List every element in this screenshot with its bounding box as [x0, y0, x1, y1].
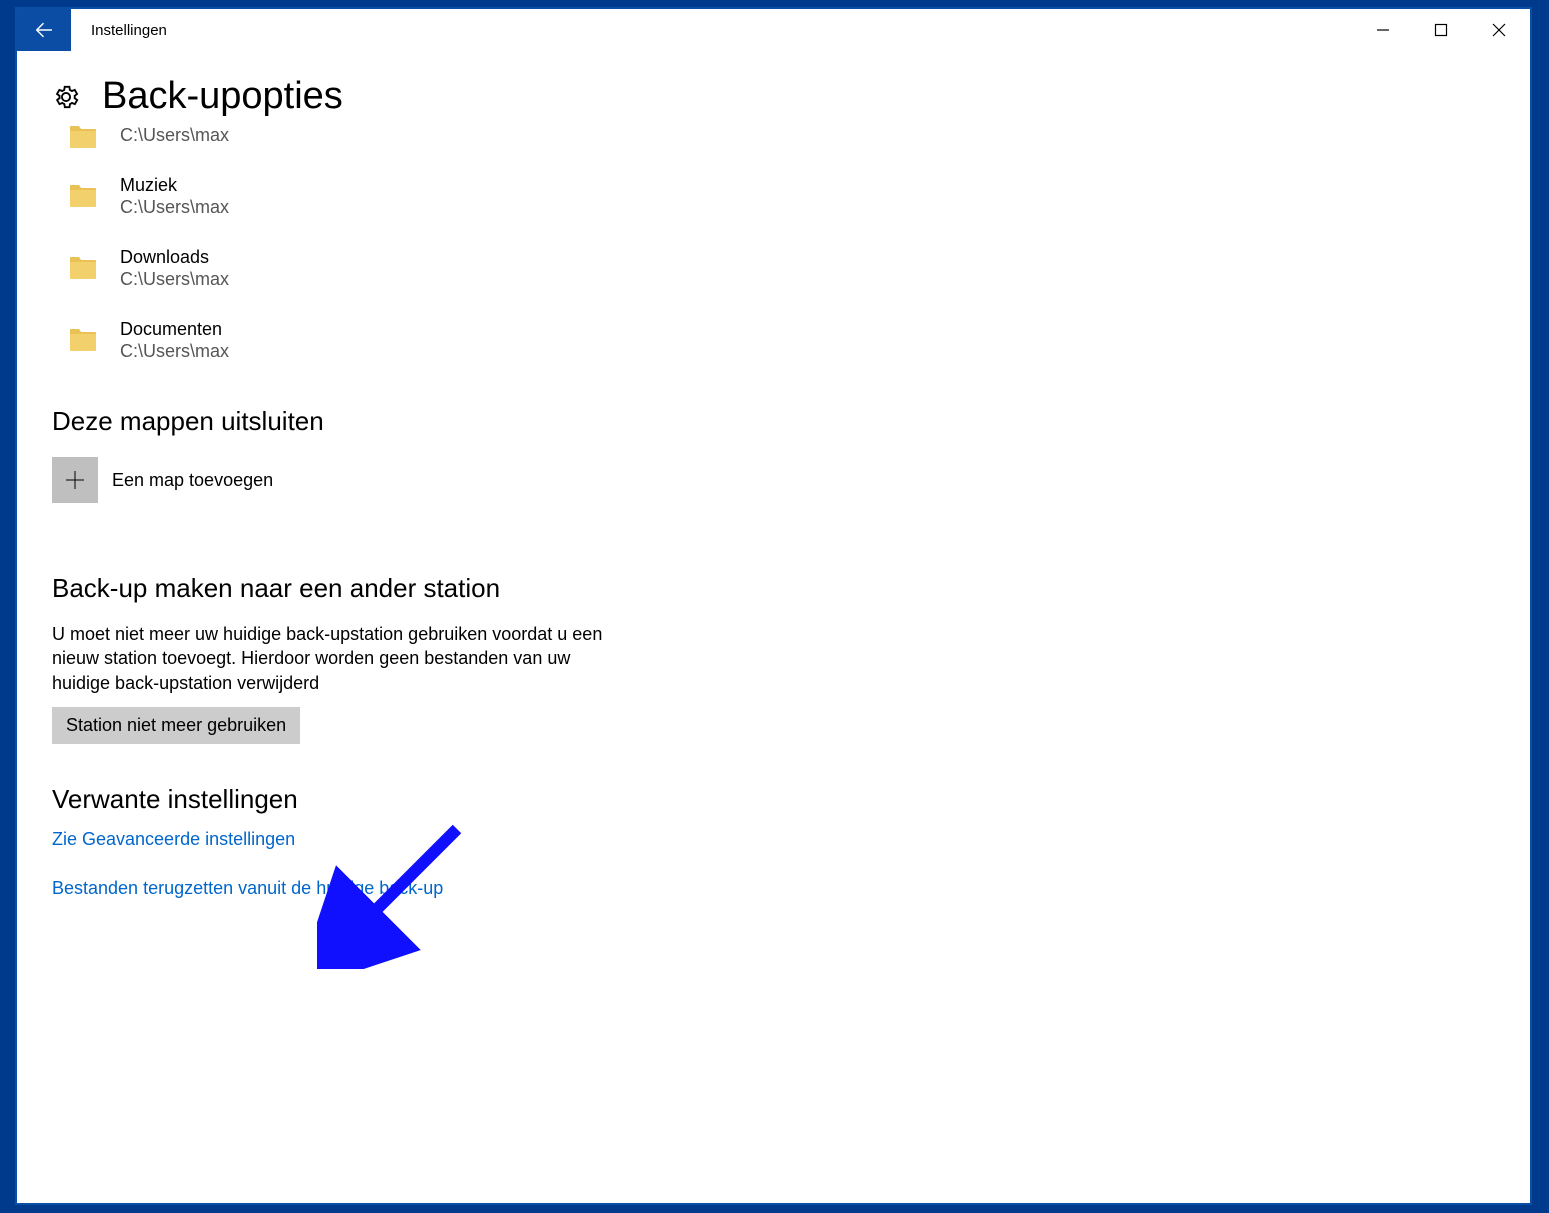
- maximize-button[interactable]: [1412, 10, 1470, 50]
- restore-files-link[interactable]: Bestanden terugzetten vanuit de huidige …: [52, 878, 1530, 899]
- minimize-icon: [1376, 23, 1390, 37]
- advanced-settings-link[interactable]: Zie Geavanceerde instellingen: [52, 829, 1530, 850]
- folder-name: Documenten: [120, 318, 229, 341]
- plus-icon: [64, 469, 86, 491]
- folder-name: Downloads: [120, 246, 229, 269]
- close-button[interactable]: [1470, 10, 1528, 50]
- title-bar: Instellingen: [17, 9, 1530, 51]
- folder-path: C:\Users\max: [120, 340, 229, 363]
- page-header: Back-upopties: [52, 75, 1530, 118]
- back-button[interactable]: [17, 9, 71, 51]
- plus-box: [52, 457, 98, 503]
- close-icon: [1492, 23, 1506, 37]
- arrow-left-icon: [33, 19, 55, 41]
- folder-item[interactable]: Documenten C:\Users\max: [62, 304, 1530, 376]
- content-area: Back-upopties C:\Users\max: [17, 75, 1530, 899]
- related-heading: Verwante instellingen: [52, 784, 1530, 815]
- folder-path: C:\Users\max: [120, 196, 229, 219]
- folder-item[interactable]: Muziek C:\Users\max: [62, 160, 1530, 232]
- folder-icon: [68, 124, 98, 150]
- settings-window: Instellingen Back-upopties: [15, 7, 1532, 1205]
- folder-item[interactable]: C:\Users\max: [62, 124, 1530, 160]
- drive-body-text: U moet niet meer uw huidige back-upstati…: [52, 622, 612, 695]
- folder-list: C:\Users\max Muziek C:\Users\max: [62, 124, 1530, 376]
- folder-name: Muziek: [120, 174, 229, 197]
- page-title: Back-upopties: [102, 75, 343, 118]
- window-controls: [1354, 10, 1528, 50]
- folder-path: C:\Users\max: [120, 268, 229, 291]
- folder-icon: [68, 327, 98, 353]
- add-folder-button[interactable]: Een map toevoegen: [52, 457, 1530, 503]
- add-folder-label: Een map toevoegen: [112, 470, 273, 491]
- folder-icon: [68, 255, 98, 281]
- exclude-heading: Deze mappen uitsluiten: [52, 406, 1530, 437]
- folder-icon: [68, 183, 98, 209]
- window-title: Instellingen: [91, 22, 1354, 39]
- stop-using-drive-button[interactable]: Station niet meer gebruiken: [52, 707, 300, 744]
- folder-item[interactable]: Downloads C:\Users\max: [62, 232, 1530, 304]
- minimize-button[interactable]: [1354, 10, 1412, 50]
- gear-icon: [52, 83, 80, 111]
- maximize-icon: [1434, 23, 1448, 37]
- drive-heading: Back-up maken naar een ander station: [52, 573, 1530, 604]
- folder-path: C:\Users\max: [120, 124, 229, 147]
